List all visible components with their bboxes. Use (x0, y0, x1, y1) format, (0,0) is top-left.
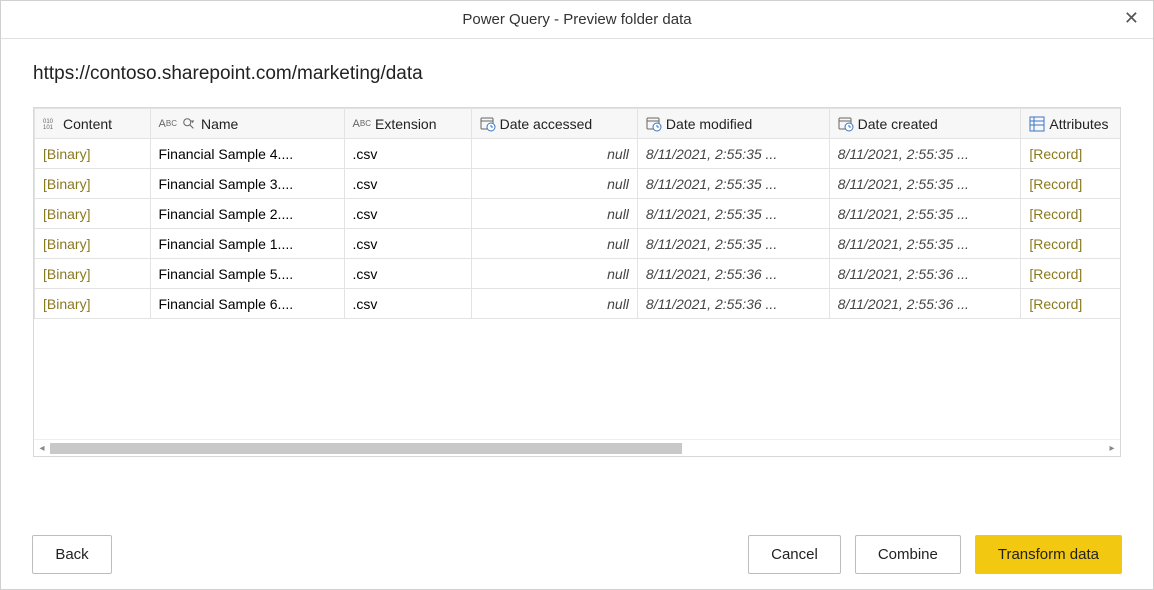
date-modified-cell[interactable]: 8/11/2021, 2:55:35 ... (637, 199, 829, 229)
date-type-icon (838, 116, 854, 132)
table-row[interactable]: [Binary]Financial Sample 5.....csvnull8/… (35, 259, 1121, 289)
scroll-left-icon[interactable]: ◂ (34, 440, 50, 457)
attributes-cell[interactable]: [Record] (1021, 259, 1120, 289)
extension-cell[interactable]: .csv (344, 259, 471, 289)
column-header[interactable]: Date modified (637, 109, 829, 139)
column-header[interactable]: ABC Extension (344, 109, 471, 139)
column-label: Name (201, 116, 238, 132)
extension-cell[interactable]: .csv (344, 199, 471, 229)
date-created-cell[interactable]: 8/11/2021, 2:55:36 ... (829, 259, 1021, 289)
combine-button[interactable]: Combine (855, 535, 961, 574)
close-icon[interactable]: ✕ (1124, 9, 1139, 27)
name-cell[interactable]: Financial Sample 6.... (150, 289, 344, 319)
transform-data-button[interactable]: Transform data (975, 535, 1122, 574)
date-accessed-cell[interactable]: null (471, 229, 637, 259)
binary-type-icon: 010101 (43, 116, 59, 132)
column-header[interactable]: Attributes (1021, 109, 1120, 139)
horizontal-scrollbar[interactable]: ◂ ▸ (34, 439, 1120, 456)
date-type-icon (646, 116, 662, 132)
extension-cell[interactable]: .csv (344, 169, 471, 199)
dropdown-icon[interactable] (181, 117, 197, 131)
date-modified-cell[interactable]: 8/11/2021, 2:55:36 ... (637, 289, 829, 319)
text-type-icon: ABC (159, 118, 177, 130)
date-accessed-cell[interactable]: null (471, 139, 637, 169)
data-table: 010101Content ABC Name ABC Extension Date acc… (34, 108, 1120, 319)
date-created-cell[interactable]: 8/11/2021, 2:55:35 ... (829, 199, 1021, 229)
attributes-cell[interactable]: [Record] (1021, 169, 1120, 199)
table-row[interactable]: [Binary]Financial Sample 1.....csvnull8/… (35, 229, 1121, 259)
extension-cell[interactable]: .csv (344, 139, 471, 169)
name-cell[interactable]: Financial Sample 1.... (150, 229, 344, 259)
attributes-cell[interactable]: [Record] (1021, 289, 1120, 319)
date-created-cell[interactable]: 8/11/2021, 2:55:36 ... (829, 289, 1021, 319)
table-row[interactable]: [Binary]Financial Sample 3.....csvnull8/… (35, 169, 1121, 199)
content-cell[interactable]: [Binary] (35, 259, 151, 289)
date-accessed-cell[interactable]: null (471, 259, 637, 289)
folder-path: https://contoso.sharepoint.com/marketing… (33, 63, 1121, 85)
column-label: Attributes (1049, 116, 1108, 132)
attributes-cell[interactable]: [Record] (1021, 139, 1120, 169)
date-created-cell[interactable]: 8/11/2021, 2:55:35 ... (829, 139, 1021, 169)
date-accessed-cell[interactable]: null (471, 169, 637, 199)
date-modified-cell[interactable]: 8/11/2021, 2:55:35 ... (637, 229, 829, 259)
column-label: Date modified (666, 116, 752, 132)
content-cell[interactable]: [Binary] (35, 289, 151, 319)
column-header[interactable]: 010101Content (35, 109, 151, 139)
cancel-button[interactable]: Cancel (748, 535, 841, 574)
name-cell[interactable]: Financial Sample 5.... (150, 259, 344, 289)
table-row[interactable]: [Binary]Financial Sample 2.....csvnull8/… (35, 199, 1121, 229)
date-accessed-cell[interactable]: null (471, 199, 637, 229)
column-header[interactable]: Date created (829, 109, 1021, 139)
extension-cell[interactable]: .csv (344, 229, 471, 259)
content-cell[interactable]: [Binary] (35, 139, 151, 169)
window-title: Power Query - Preview folder data (462, 11, 691, 28)
date-created-cell[interactable]: 8/11/2021, 2:55:35 ... (829, 169, 1021, 199)
attributes-cell[interactable]: [Record] (1021, 199, 1120, 229)
scroll-right-icon[interactable]: ▸ (1104, 440, 1120, 457)
name-cell[interactable]: Financial Sample 3.... (150, 169, 344, 199)
name-cell[interactable]: Financial Sample 2.... (150, 199, 344, 229)
column-label: Content (63, 116, 112, 132)
date-modified-cell[interactable]: 8/11/2021, 2:55:36 ... (637, 259, 829, 289)
column-label: Date accessed (500, 116, 593, 132)
name-cell[interactable]: Financial Sample 4.... (150, 139, 344, 169)
content-cell[interactable]: [Binary] (35, 199, 151, 229)
back-button[interactable]: Back (32, 535, 112, 574)
column-label: Date created (858, 116, 938, 132)
table-row[interactable]: [Binary]Financial Sample 6.....csvnull8/… (35, 289, 1121, 319)
table-row[interactable]: [Binary]Financial Sample 4.....csvnull8/… (35, 139, 1121, 169)
content-cell[interactable]: [Binary] (35, 229, 151, 259)
data-table-container: 010101Content ABC Name ABC Extension Date acc… (33, 107, 1121, 457)
text-type-icon: ABC (353, 118, 371, 130)
date-modified-cell[interactable]: 8/11/2021, 2:55:35 ... (637, 139, 829, 169)
attributes-cell[interactable]: [Record] (1021, 229, 1120, 259)
record-type-icon (1029, 116, 1045, 132)
column-header[interactable]: ABC Name (150, 109, 344, 139)
date-type-icon (480, 116, 496, 132)
column-header[interactable]: Date accessed (471, 109, 637, 139)
scrollbar-thumb[interactable] (50, 443, 682, 454)
extension-cell[interactable]: .csv (344, 289, 471, 319)
content-cell[interactable]: [Binary] (35, 169, 151, 199)
svg-text:101: 101 (43, 125, 54, 131)
titlebar: Power Query - Preview folder data ✕ (1, 1, 1153, 39)
date-modified-cell[interactable]: 8/11/2021, 2:55:35 ... (637, 169, 829, 199)
date-accessed-cell[interactable]: null (471, 289, 637, 319)
column-label: Extension (375, 116, 436, 132)
date-created-cell[interactable]: 8/11/2021, 2:55:35 ... (829, 229, 1021, 259)
